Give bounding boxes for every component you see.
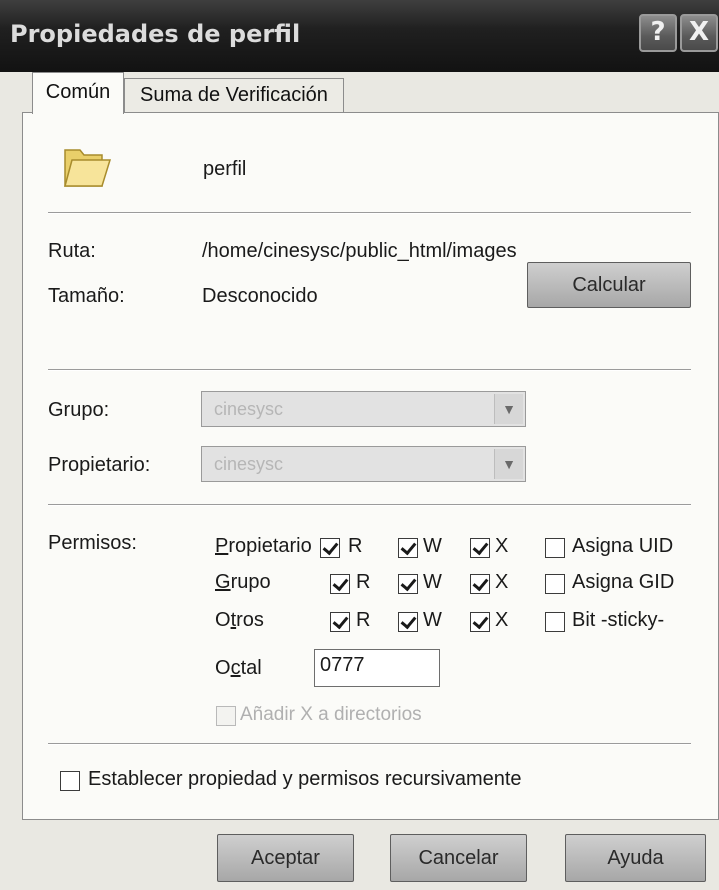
perm-row-owner-mnemonic: P bbox=[215, 535, 229, 557]
cancel-button[interactable]: Cancelar bbox=[390, 834, 527, 882]
owner-write-checkbox[interactable] bbox=[398, 538, 418, 558]
others-read-checkbox[interactable] bbox=[330, 612, 350, 632]
owner-value: cinesysc bbox=[214, 454, 284, 474]
folder-icon bbox=[64, 149, 112, 187]
tab-comun[interactable]: Común bbox=[32, 72, 124, 114]
properties-dialog: Propiedades de perfil ? X Común Suma de … bbox=[0, 0, 719, 890]
chevron-down-icon: ▼ bbox=[494, 394, 523, 424]
group-write-label: W bbox=[423, 571, 442, 593]
size-label: Tamaño: bbox=[48, 285, 125, 307]
window-title: Propiedades de perfil bbox=[10, 20, 301, 48]
chevron-down-icon: ▼ bbox=[494, 449, 523, 479]
owner-label: Propietario: bbox=[48, 454, 151, 476]
octal-label: Octal bbox=[215, 657, 262, 680]
owner-read-label: R bbox=[348, 535, 363, 557]
close-button[interactable]: X bbox=[680, 14, 718, 52]
perm-row-owner-rest: ropietario bbox=[228, 535, 312, 557]
others-exec-checkbox[interactable] bbox=[470, 612, 490, 632]
group-value: cinesysc bbox=[214, 399, 284, 419]
perm-row-others-first: O bbox=[215, 609, 231, 631]
tab-suma-de-verificacion[interactable]: Suma de Verificación bbox=[124, 78, 344, 113]
group-select[interactable]: cinesysc ▼ bbox=[201, 391, 526, 427]
group-label: Grupo: bbox=[48, 399, 110, 421]
title-bar[interactable]: Propiedades de perfil ? X bbox=[0, 0, 719, 72]
add-x-dirs-label: Añadir X a directorios bbox=[240, 704, 422, 725]
group-read-checkbox[interactable] bbox=[330, 574, 350, 594]
add-x-dirs-checkbox bbox=[216, 706, 236, 726]
group-write-checkbox[interactable] bbox=[398, 574, 418, 594]
set-gid-label: Asigna GID bbox=[572, 571, 675, 593]
set-gid-checkbox[interactable] bbox=[545, 574, 565, 594]
octal-label-first: O bbox=[215, 657, 231, 679]
item-name: perfil bbox=[203, 158, 247, 180]
help-button[interactable]: ? bbox=[639, 14, 677, 52]
set-uid-label: Asigna UID bbox=[572, 535, 674, 557]
perm-row-group-mnemonic: G bbox=[215, 571, 231, 593]
others-write-checkbox[interactable] bbox=[398, 612, 418, 632]
calculate-button[interactable]: Calcular bbox=[527, 262, 691, 308]
owner-read-checkbox[interactable] bbox=[320, 538, 340, 558]
separator bbox=[48, 212, 691, 214]
perm-row-others-rest: ros bbox=[236, 609, 264, 631]
help-dialog-button[interactable]: Ayuda bbox=[565, 834, 706, 882]
set-uid-checkbox[interactable] bbox=[545, 538, 565, 558]
perm-row-group-label: Grupo bbox=[215, 571, 271, 594]
path-value: /home/cinesysc/public_html/images bbox=[202, 240, 517, 262]
others-write-label: W bbox=[423, 609, 442, 631]
recursive-label: Establecer propiedad y permisos recursiv… bbox=[88, 768, 522, 790]
perm-row-owner-label: Propietario bbox=[215, 535, 312, 558]
perm-row-others-label: Otros bbox=[215, 609, 264, 632]
octal-label-rest: tal bbox=[240, 657, 262, 679]
separator bbox=[48, 504, 691, 506]
size-value: Desconocido bbox=[202, 285, 318, 307]
perm-row-group-rest: rupo bbox=[230, 571, 271, 593]
owner-select[interactable]: cinesysc ▼ bbox=[201, 446, 526, 482]
others-exec-label: X bbox=[495, 609, 509, 631]
ok-button[interactable]: Aceptar bbox=[217, 834, 354, 882]
permissions-label: Permisos: bbox=[48, 532, 137, 554]
sticky-bit-checkbox[interactable] bbox=[545, 612, 565, 632]
separator bbox=[48, 369, 691, 371]
octal-input[interactable]: 0777 bbox=[314, 649, 440, 687]
separator bbox=[48, 743, 691, 745]
owner-write-label: W bbox=[423, 535, 442, 557]
sticky-bit-label: Bit -sticky- bbox=[572, 609, 665, 631]
owner-exec-checkbox[interactable] bbox=[470, 538, 490, 558]
octal-label-mnemonic: c bbox=[230, 657, 241, 679]
group-read-label: R bbox=[356, 571, 371, 593]
group-exec-label: X bbox=[495, 571, 509, 593]
others-read-label: R bbox=[356, 609, 371, 631]
recursive-checkbox[interactable] bbox=[60, 771, 80, 791]
owner-exec-label: X bbox=[495, 535, 509, 557]
path-label: Ruta: bbox=[48, 240, 96, 262]
group-exec-checkbox[interactable] bbox=[470, 574, 490, 594]
